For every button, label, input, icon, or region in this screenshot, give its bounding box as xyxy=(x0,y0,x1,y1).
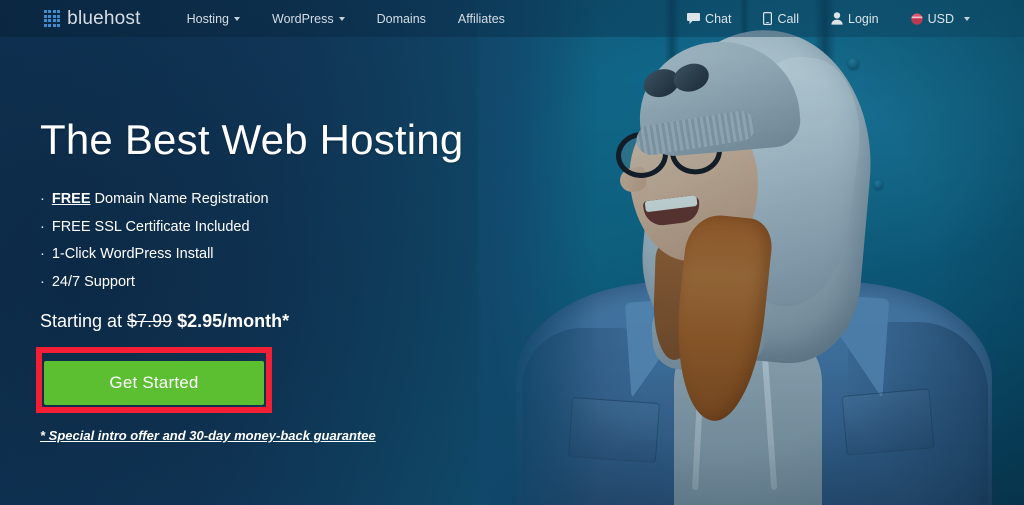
feature-list-item: · 1-Click WordPress Install xyxy=(40,247,470,262)
nav-call-button[interactable]: Call xyxy=(747,12,815,26)
nav-item-domains[interactable]: Domains xyxy=(361,12,442,26)
feature-text: 24/7 Support xyxy=(51,273,135,290)
chevron-down-icon xyxy=(234,17,240,22)
price-discounted: $2.95/month* xyxy=(177,311,290,332)
hero-content: The Best Web Hosting · FREE Domain Name R… xyxy=(40,116,470,332)
nav-chat-button[interactable]: Chat xyxy=(671,12,747,26)
nav-util-label: Call xyxy=(777,11,799,26)
nav-item-label: WordPress xyxy=(272,11,334,26)
nav-login-button[interactable]: Login xyxy=(815,12,895,26)
bullet-marker: · xyxy=(40,191,45,208)
nav-item-label: Domains xyxy=(376,11,426,26)
feature-text: FREE SSL Certificate Included xyxy=(51,218,250,235)
nav-item-wordpress[interactable]: WordPress xyxy=(256,12,361,26)
nav-item-label: Hosting xyxy=(186,11,229,26)
get-started-button[interactable]: Get Started xyxy=(44,361,264,405)
page-root: bluehost Hosting WordPress Domains Affil… xyxy=(0,0,1024,505)
feature-emphasis: FREE xyxy=(51,191,91,208)
feature-list-item: · FREE SSL Certificate Included xyxy=(40,218,470,235)
chat-bubble-icon xyxy=(687,12,701,24)
offer-footnote-link[interactable]: * Special intro offer and 30-day money-b… xyxy=(40,428,376,443)
nav-util-label: Chat xyxy=(705,11,732,26)
grid-dots-icon xyxy=(44,10,61,27)
mobile-phone-icon xyxy=(763,12,773,25)
hero-photo xyxy=(478,0,1024,505)
chevron-down-icon xyxy=(338,17,345,22)
photo-left-fade xyxy=(478,0,598,505)
feature-list-item: · 24/7 Support xyxy=(40,273,470,290)
feature-text: Domain Name Registration xyxy=(90,191,269,208)
bullet-marker: · xyxy=(40,218,45,235)
nav-item-affiliates[interactable]: Affiliates xyxy=(442,12,521,26)
price-prefix: Starting at xyxy=(40,311,128,332)
user-icon xyxy=(831,12,843,25)
chevron-down-icon xyxy=(964,16,970,21)
bullet-marker: · xyxy=(40,246,45,263)
pricing-line: Starting at $7.99 $2.95/month* xyxy=(40,311,470,332)
feature-list-item: · FREE Domain Name Registration xyxy=(40,192,470,207)
nav-currency-selector[interactable]: USD xyxy=(895,12,986,26)
top-navbar: bluehost Hosting WordPress Domains Affil… xyxy=(0,0,1024,37)
navbar-left-group: bluehost Hosting WordPress Domains Affil… xyxy=(44,8,521,30)
logo-wordmark: bluehost xyxy=(67,7,141,29)
page-title: The Best Web Hosting xyxy=(40,116,464,163)
navbar-right-group: Chat Call Login USD xyxy=(671,12,986,26)
feature-list: · FREE Domain Name Registration · FREE SSL… xyxy=(40,192,470,289)
currency-flag-icon xyxy=(910,12,923,25)
nav-item-hosting[interactable]: Hosting xyxy=(171,12,256,26)
nav-item-label: Affiliates xyxy=(457,11,505,26)
nav-util-label: USD xyxy=(927,11,954,26)
bullet-marker: · xyxy=(40,273,45,290)
feature-text: 1-Click WordPress Install xyxy=(51,246,214,263)
price-original: $7.99 xyxy=(127,311,173,332)
nav-util-label: Login xyxy=(848,11,879,26)
bluehost-logo[interactable]: bluehost xyxy=(44,8,141,30)
